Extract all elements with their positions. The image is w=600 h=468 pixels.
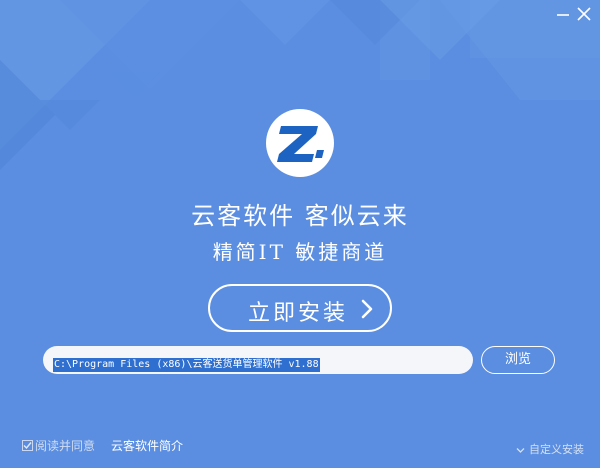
install-path-value: C:\Program Files (x86)\云客送货单管理软件 v1.88 [53, 358, 320, 372]
close-button[interactable] [574, 4, 594, 24]
installer-window: 云客软件 客似云来 精简IT 敏捷商道 立即安装 C:\Program File… [0, 0, 600, 468]
custom-install-label: 自定义安装 [529, 443, 584, 456]
chevron-down-icon [516, 447, 525, 453]
background-decoration [0, 0, 600, 170]
close-icon [577, 7, 591, 21]
install-path-input[interactable]: C:\Program Files (x86)\云客送货单管理软件 v1.88 [43, 346, 473, 374]
z-brand-logo [266, 109, 334, 177]
install-now-button[interactable]: 立即安装 [208, 284, 392, 332]
minimize-icon [557, 14, 569, 16]
agree-checkbox[interactable] [22, 440, 33, 451]
agree-label: 阅读并同意 [35, 439, 96, 453]
chevron-right-icon [361, 299, 373, 319]
checkmark-icon [23, 442, 32, 450]
app-title: 云客软件 客似云来 [191, 202, 409, 230]
agree-checkbox-row[interactable]: 阅读并同意 [22, 437, 95, 454]
browse-button[interactable]: 浏览 [481, 346, 555, 374]
minimize-button[interactable] [553, 4, 573, 24]
install-now-label: 立即安装 [248, 301, 349, 326]
app-subtitle: 精简IT 敏捷商道 [212, 240, 388, 264]
software-intro-link[interactable]: 云客软件简介 [111, 437, 183, 454]
custom-install-link[interactable]: 自定义安装 [516, 441, 584, 457]
